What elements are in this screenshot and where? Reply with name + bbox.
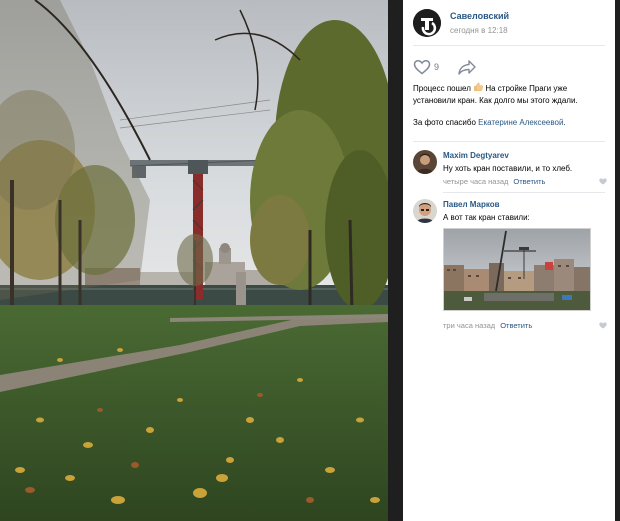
- comment: Павел Марков А вот так кран ставили: три…: [413, 199, 607, 334]
- share-arrow-icon[interactable]: [457, 59, 477, 75]
- user-avatar-icon: [413, 199, 437, 223]
- post-panel: Савеловский сегодня в 12:18 9 Процесс по…: [403, 0, 615, 521]
- photo-credit: За фото спасибо Екатерине Алексеевой.: [413, 118, 608, 127]
- park-crane-photo: [0, 0, 388, 521]
- comment-attached-photo[interactable]: [443, 228, 591, 311]
- comment-author[interactable]: Павел Марков: [443, 200, 500, 209]
- comment-text: А вот так кран ставили:: [443, 213, 530, 222]
- avatar[interactable]: [413, 199, 437, 223]
- photo-credit-prefix: За фото спасибо: [413, 118, 479, 127]
- reply-button[interactable]: Ответить: [500, 321, 532, 330]
- divider: [413, 141, 605, 142]
- avatar[interactable]: [413, 150, 437, 174]
- post-author[interactable]: Савеловский: [450, 11, 509, 21]
- comment-time[interactable]: три часа назад: [443, 321, 495, 330]
- divider: [443, 192, 605, 193]
- comment-author[interactable]: Maxim Degtyarev: [443, 151, 509, 160]
- post-photo[interactable]: [0, 0, 388, 521]
- heart-icon[interactable]: [413, 59, 431, 75]
- heart-icon[interactable]: [599, 322, 607, 329]
- post-time[interactable]: сегодня в 12:18: [450, 26, 508, 35]
- post-text-line2: установили кран. Как долго мы этого ждал…: [413, 96, 578, 105]
- thumbs-up-emoji-icon: [474, 82, 484, 91]
- photo-credit-link[interactable]: Екатерине Алексеевой: [478, 118, 563, 127]
- post-actions: 9: [413, 59, 603, 75]
- like-count: 9: [434, 62, 440, 72]
- crane-construction-photo: [444, 229, 590, 310]
- comment-meta: три часа назад Ответить: [443, 321, 532, 330]
- community-avatar[interactable]: [413, 9, 441, 37]
- comment-text: Ну хоть кран поставили, и то хлеб.: [443, 164, 573, 173]
- comment: Maxim Degtyarev Ну хоть кран поставили, …: [413, 150, 607, 190]
- post-text: Процесс пошел На стройке Праги уже устан…: [413, 82, 608, 107]
- comment-meta: четыре часа назад Ответить: [443, 177, 545, 186]
- post-text-line1-b: На стройке Праги уже: [485, 84, 568, 93]
- photo-credit-suffix: .: [563, 118, 566, 127]
- reply-button[interactable]: Ответить: [513, 177, 545, 186]
- post-header: Савеловский сегодня в 12:18: [413, 9, 613, 39]
- divider: [413, 45, 605, 46]
- post-text-line1-a: Процесс пошел: [413, 84, 471, 93]
- user-avatar-icon: [413, 150, 437, 174]
- heart-icon[interactable]: [599, 178, 607, 185]
- community-logo-icon: [413, 9, 441, 37]
- comment-time[interactable]: четыре часа назад: [443, 177, 508, 186]
